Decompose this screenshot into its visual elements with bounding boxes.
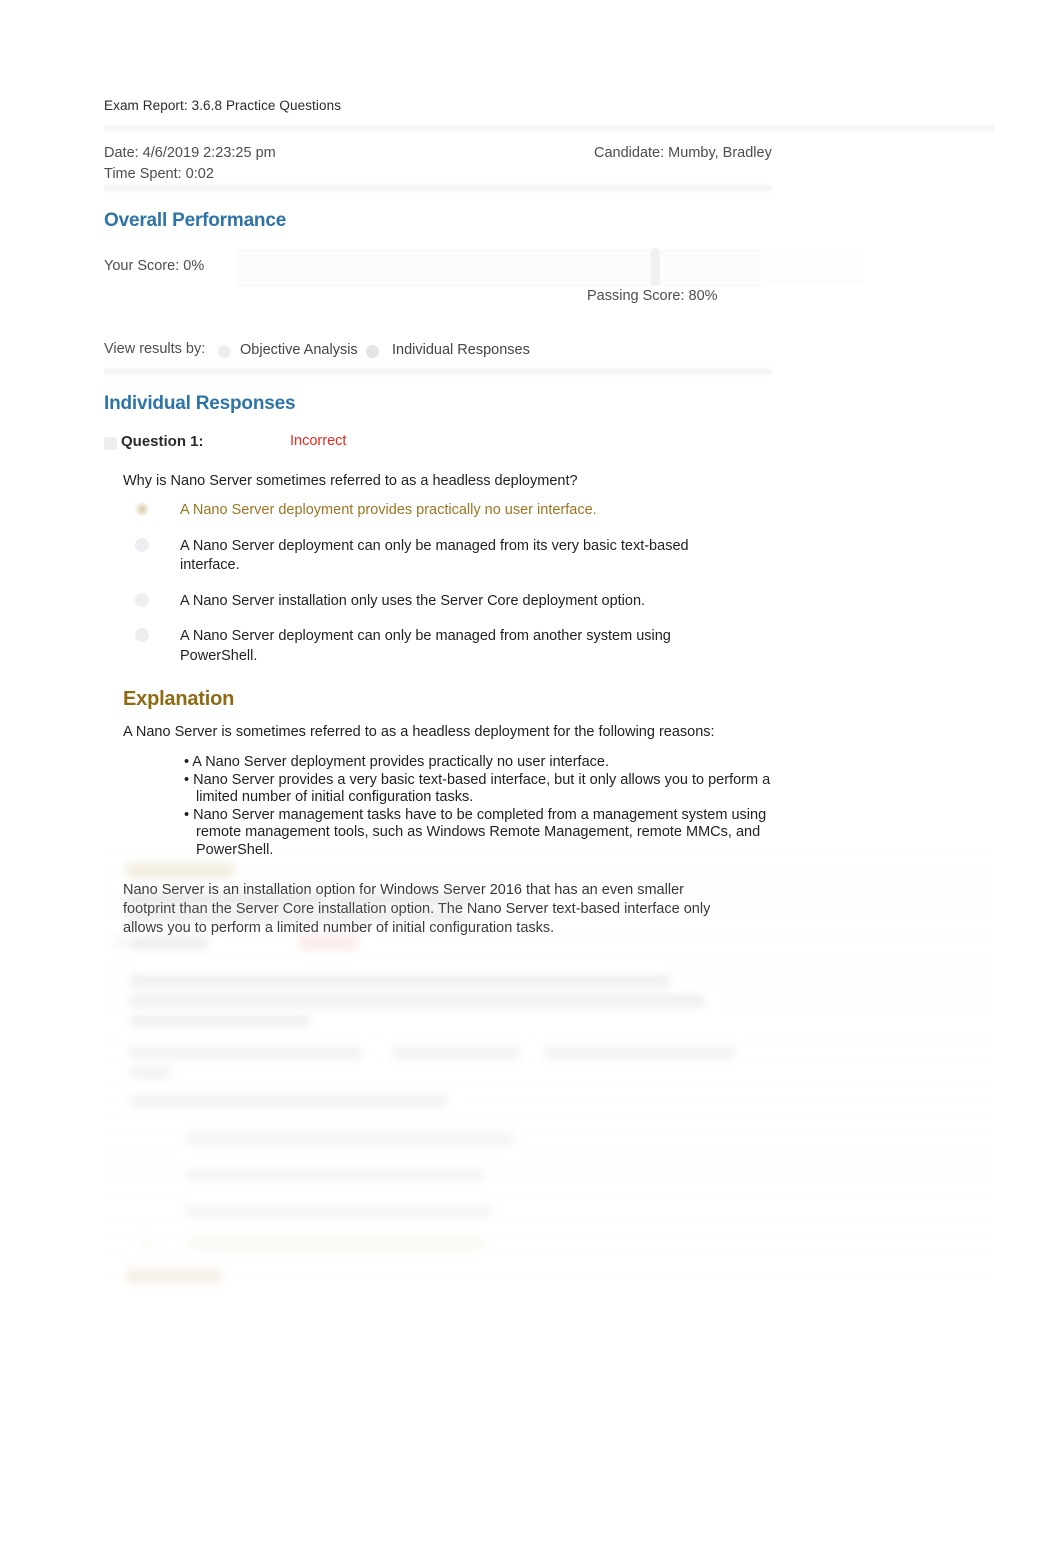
answer-option-text: A Nano Server deployment provides practi… [180, 502, 597, 518]
radio-label-objective-analysis[interactable]: Objective Analysis [240, 342, 358, 358]
answer-option[interactable]: A Nano Server installation only uses the… [123, 592, 746, 612]
meta-left-column: Date: 4/6/2019 2:23:25 pm Time Spent: 0:… [104, 143, 276, 185]
exam-date: Date: 4/6/2019 2:23:25 pm [104, 145, 276, 161]
score-progress-track [237, 250, 761, 286]
radio-label-individual-responses[interactable]: Individual Responses [392, 342, 530, 358]
your-score-label: Your Score: 0% [104, 258, 205, 274]
page-title: Exam Report: 3.6.8 Practice Questions [104, 98, 342, 113]
question-prompt: Why is Nano Server sometimes referred to… [123, 473, 578, 489]
question-status-icon [104, 437, 117, 450]
exam-report-page: Exam Report: 3.6.8 Practice Questions Da… [0, 0, 1062, 1556]
view-results-by-label: View results by: [104, 341, 206, 357]
explanation-bullet: • Nano Server provides a very basic text… [184, 771, 771, 806]
radio-individual-responses[interactable] [366, 345, 379, 358]
answer-option-icon [135, 537, 149, 552]
view-results-divider [104, 366, 772, 377]
faded-content-region [94, 855, 1004, 1281]
time-spent: Time Spent: 0:02 [104, 166, 214, 182]
answer-option-text: A Nano Server deployment can only be man… [180, 537, 689, 574]
answer-option[interactable]: A Nano Server deployment provides practi… [123, 501, 746, 521]
individual-responses-heading: Individual Responses [104, 393, 296, 414]
meta-right-column: Candidate: Mumby, Bradley [594, 143, 772, 164]
passing-score-label: Passing Score: 80% [587, 288, 718, 304]
answer-option-icon [135, 592, 149, 607]
overall-performance-heading: Overall Performance [104, 210, 287, 231]
answer-option-text: A Nano Server installation only uses the… [180, 592, 646, 609]
view-results-by-row: View results by: Objective Analysis Indi… [104, 336, 994, 366]
explanation-bullet-list: • A Nano Server deployment provides prac… [144, 754, 780, 859]
correct-answer-icon [135, 502, 149, 516]
radio-objective-analysis[interactable] [218, 345, 231, 358]
report-document: Exam Report: 3.6.8 Practice Questions Da… [104, 98, 994, 938]
answer-option[interactable]: A Nano Server deployment can only be man… [123, 627, 746, 666]
score-bar-row: Your Score: 0% Passing Score: 80% [104, 248, 994, 304]
answer-option[interactable]: A Nano Server deployment can only be man… [123, 537, 746, 576]
candidate-name: Candidate: Mumby, Bradley [594, 145, 772, 161]
question-header: Question 1: Incorrect [104, 433, 994, 459]
passing-score-marker [651, 248, 660, 286]
report-meta: Date: 4/6/2019 2:23:25 pm Time Spent: 0:… [104, 143, 994, 183]
answer-option-text: A Nano Server deployment can only be man… [180, 628, 671, 664]
question-number-label: Question 1: [121, 433, 204, 450]
score-progress-track-tail [759, 250, 863, 284]
explanation-intro: A Nano Server is sometimes referred to a… [123, 724, 715, 740]
answer-options-list: A Nano Server deployment provides practi… [123, 501, 994, 666]
explanation-heading: Explanation [123, 688, 235, 710]
header-divider-top [104, 123, 994, 134]
explanation-bullet: • Nano Server management tasks have to b… [184, 806, 767, 858]
answer-option-icon [135, 628, 149, 642]
explanation-bullet: • A Nano Server deployment provides prac… [184, 754, 609, 770]
question-status-badge: Incorrect [290, 433, 347, 449]
